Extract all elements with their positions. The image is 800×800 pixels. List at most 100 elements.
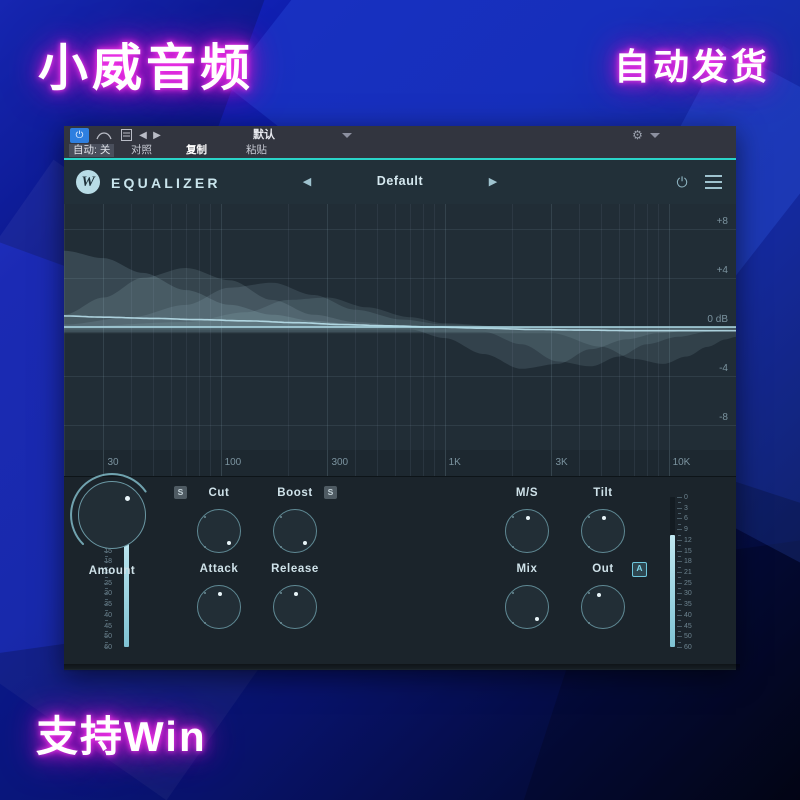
knob-boost-pointer bbox=[302, 540, 307, 545]
amount-knob-body[interactable] bbox=[78, 481, 146, 549]
meter-tick bbox=[677, 529, 682, 531]
knob-attack[interactable]: Attack bbox=[184, 563, 254, 639]
eq-graph[interactable]: +8 +4 0 dB -4 -8 bbox=[64, 204, 736, 450]
frequency-tick bbox=[658, 450, 660, 476]
host-paste-button[interactable]: 粘贴 bbox=[246, 144, 267, 157]
meter-tick-minor bbox=[105, 641, 108, 643]
knob-release-body[interactable] bbox=[273, 585, 317, 629]
knob-attack-body[interactable] bbox=[197, 585, 241, 629]
output-meter: 0 3 6 9 12 15 18 21 25 30 35 40 45 50 60 bbox=[664, 489, 710, 657]
frequency-tick bbox=[512, 450, 513, 476]
meter-tick-minor bbox=[678, 577, 681, 579]
knob-cut[interactable]: Cut S bbox=[174, 486, 254, 563]
knob-out-pointer bbox=[596, 593, 601, 598]
knob-attack-pointer bbox=[218, 592, 222, 596]
host-toolbar-top-row: ⏻ ◀ ▶ 默认 ⚙ bbox=[64, 126, 736, 144]
preset-name-display[interactable]: Default bbox=[320, 174, 480, 188]
knob-cut-body[interactable] bbox=[197, 509, 241, 553]
meter-tick bbox=[677, 582, 682, 584]
knob-boost-endpoint bbox=[280, 545, 283, 548]
knob-ms[interactable]: M/S bbox=[492, 487, 562, 563]
knob-out-auto-gain-badge[interactable]: A bbox=[632, 562, 647, 577]
meter-tick bbox=[677, 518, 682, 520]
frequency-tick bbox=[633, 450, 635, 476]
knob-boost-body[interactable] bbox=[273, 509, 317, 553]
frequency-tick bbox=[185, 450, 187, 476]
amount-knob-label: Amount bbox=[88, 565, 136, 577]
meter-scale-label: 35 bbox=[684, 601, 692, 609]
host-preset-chevron-down-icon[interactable] bbox=[342, 133, 352, 138]
frequency-tick bbox=[409, 450, 411, 476]
plugin-header: W EQUALIZER ◀ Default ▶ ⏻ bbox=[64, 160, 736, 204]
meter-scale-label: 40 bbox=[684, 611, 692, 619]
meter-scale-label: 18 bbox=[684, 558, 692, 566]
frequency-tick bbox=[198, 450, 200, 476]
frequency-axis-label: 10K bbox=[672, 457, 691, 468]
meter-scale-label: 0 bbox=[684, 494, 688, 501]
host-gear-chevron-down-icon[interactable] bbox=[650, 133, 660, 138]
meter-tick bbox=[677, 647, 682, 648]
frequency-tick bbox=[220, 450, 222, 476]
frequency-tick bbox=[618, 450, 620, 476]
host-compare-button[interactable]: 对照 bbox=[131, 144, 152, 157]
knob-cut-solo-badge[interactable]: S bbox=[174, 486, 187, 499]
knob-ms-endpoint bbox=[512, 516, 515, 519]
meter-scale-label: 30 bbox=[684, 590, 692, 598]
knob-tilt-body[interactable] bbox=[581, 509, 625, 553]
host-preset-file-icon[interactable] bbox=[118, 127, 134, 143]
frequency-tick bbox=[422, 450, 424, 476]
meter-tick-minor bbox=[678, 620, 681, 622]
knob-release[interactable]: Release bbox=[260, 563, 330, 639]
meter-tick bbox=[677, 550, 682, 552]
meter-tick bbox=[677, 561, 682, 563]
meter-tick bbox=[104, 582, 109, 584]
meter-tick bbox=[104, 604, 109, 606]
frequency-axis-label: 30 bbox=[107, 457, 119, 468]
meter-scale-label: 21 bbox=[684, 569, 692, 576]
knob-out-endpoint bbox=[588, 621, 591, 624]
meter-tick-minor bbox=[678, 641, 681, 643]
meter-tick-minor bbox=[678, 513, 681, 515]
frequency-tick bbox=[210, 450, 212, 476]
knob-release-endpoint bbox=[280, 621, 283, 624]
meter-scale-label: 50 bbox=[684, 633, 692, 641]
meter-tick bbox=[677, 604, 682, 606]
knob-tilt-endpoint bbox=[588, 545, 591, 548]
meter-tick-minor bbox=[105, 630, 108, 632]
meter-tick bbox=[104, 561, 109, 563]
meter-scale-label: 6 bbox=[684, 515, 688, 523]
meter-tick-minor bbox=[678, 502, 681, 504]
host-gear-icon[interactable]: ⚙ bbox=[630, 128, 645, 143]
host-automation-status[interactable]: 自动: 关 bbox=[69, 144, 115, 157]
meter-tick bbox=[104, 614, 109, 616]
host-next-preset-button[interactable]: ▶ bbox=[150, 127, 164, 143]
host-prev-preset-button[interactable]: ◀ bbox=[136, 127, 150, 143]
frequency-tick bbox=[668, 450, 670, 476]
meter-tick-minor bbox=[678, 545, 681, 547]
meter-tick-minor bbox=[105, 620, 108, 622]
plugin-power-icon[interactable]: ⏻ bbox=[674, 174, 690, 190]
knob-boost-solo-badge[interactable]: S bbox=[324, 486, 337, 499]
knob-mix[interactable]: Mix bbox=[492, 563, 562, 639]
knob-attack-endpoint bbox=[204, 592, 207, 595]
knob-out[interactable]: Out A bbox=[568, 562, 647, 639]
knob-out-endpoint bbox=[588, 592, 591, 595]
meter-scale-label: 3 bbox=[684, 504, 688, 512]
preset-next-button[interactable]: ▶ bbox=[486, 175, 500, 189]
preset-prev-button[interactable]: ◀ bbox=[300, 175, 314, 189]
host-automation-curve-icon[interactable] bbox=[95, 127, 113, 143]
knob-boost[interactable]: Boost S bbox=[260, 486, 337, 563]
knob-out-body[interactable] bbox=[581, 585, 625, 629]
meter-tick bbox=[104, 636, 109, 638]
knob-mix-body[interactable] bbox=[505, 585, 549, 629]
hamburger-menu-icon[interactable] bbox=[705, 175, 722, 189]
knob-ms-body[interactable] bbox=[505, 509, 549, 553]
host-preset-name[interactable]: 默认 bbox=[174, 128, 354, 143]
host-power-icon[interactable]: ⏻ bbox=[70, 128, 89, 143]
frequency-tick bbox=[377, 450, 379, 476]
meter-tick bbox=[104, 647, 109, 648]
host-copy-button[interactable]: 复制 bbox=[186, 144, 207, 157]
knob-tilt[interactable]: Tilt bbox=[568, 487, 638, 563]
knob-release-label: Release bbox=[271, 563, 319, 575]
knob-ms-endpoint bbox=[512, 545, 515, 548]
